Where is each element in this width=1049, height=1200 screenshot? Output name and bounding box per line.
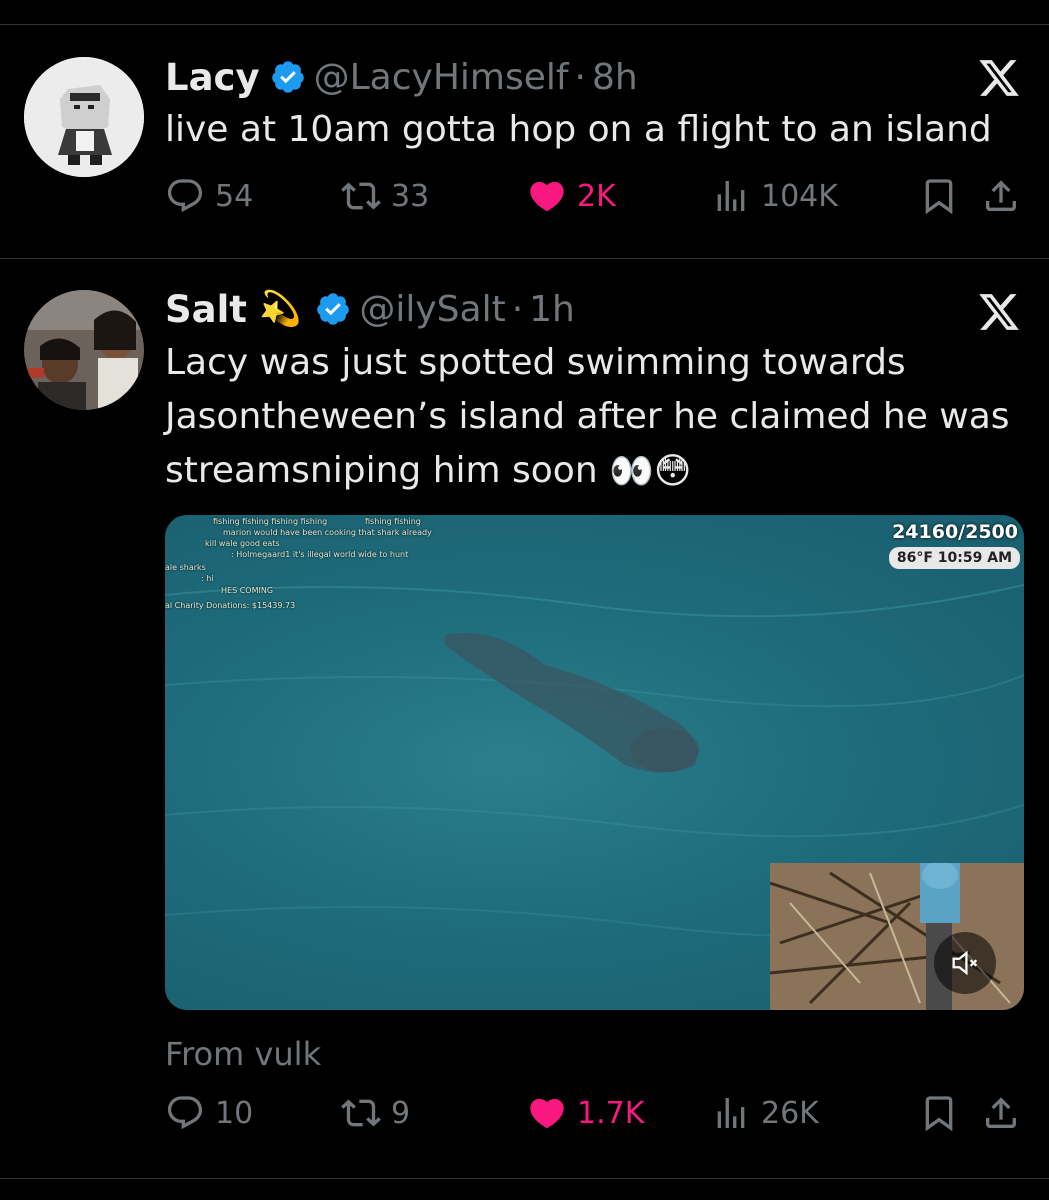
reply-count: 54: [215, 178, 254, 214]
views-button[interactable]: 26K: [711, 1093, 819, 1133]
chat-line: HES COMING: [221, 586, 274, 595]
display-name[interactable]: Salt: [165, 288, 247, 331]
chat-line: kill wale good eats: [205, 539, 280, 548]
reply-icon: [167, 1096, 203, 1130]
view-count: 26K: [761, 1095, 819, 1131]
verified-badge-icon: [315, 291, 351, 327]
mute-button[interactable]: [934, 932, 996, 994]
views-icon: [717, 181, 745, 211]
time-separator: ·: [511, 288, 524, 330]
x-logo-icon: [977, 56, 1021, 100]
time-separator: ·: [574, 56, 586, 98]
like-count: 1.7K: [577, 1095, 645, 1131]
chat-line: marion would have been cooking that shar…: [223, 528, 432, 537]
tweet-lacy[interactable]: Lacy @LacyHimself · 8h live at 10am gott…: [0, 0, 1049, 260]
tweet-text-body: Lacy was just spotted swimming towards J…: [165, 342, 1010, 491]
handle[interactable]: @LacyHimself: [314, 57, 569, 98]
tweet-header: Salt 💫 @ilySalt · 1h: [165, 284, 575, 334]
chat-line: : hi: [201, 574, 214, 583]
timestamp[interactable]: 8h: [592, 57, 638, 98]
chat-line: ale sharks: [165, 563, 206, 572]
retweet-button[interactable]: 33: [341, 176, 429, 216]
reply-count: 10: [215, 1095, 254, 1131]
progress-counter: 24160/2500: [892, 521, 1018, 543]
avatar[interactable]: [24, 57, 144, 177]
dizzy-emoji: 💫: [259, 289, 302, 329]
chat-line: : Holmegaard1 it's illegal world wide to…: [231, 550, 409, 559]
like-button[interactable]: 2K: [527, 176, 616, 216]
share-button[interactable]: [981, 1093, 1021, 1133]
retweet-count: 9: [391, 1095, 411, 1131]
heart-icon: [530, 181, 564, 212]
views-button[interactable]: 104K: [711, 176, 838, 216]
reply-button[interactable]: 54: [165, 176, 253, 216]
retweet-button[interactable]: 9: [341, 1093, 410, 1133]
retweet-icon: [341, 1099, 381, 1127]
bookmark-button[interactable]: [919, 1093, 959, 1133]
chat-line: fishing fishing fishing fishing: [213, 517, 328, 526]
tweet-header: Lacy @LacyHimself · 8h: [165, 52, 638, 102]
view-count: 104K: [761, 178, 838, 214]
reply-button[interactable]: 10: [165, 1093, 253, 1133]
tweet-divider: [0, 258, 1049, 259]
eyes-flushed-emoji: 👀😳: [609, 451, 692, 492]
webcam-inset: [770, 863, 1024, 1010]
bookmark-button[interactable]: [919, 176, 959, 216]
share-icon: [986, 180, 1016, 211]
views-icon: [717, 1098, 745, 1128]
mute-icon: [952, 950, 978, 976]
bookmark-icon: [925, 179, 953, 215]
like-count: 2K: [577, 178, 616, 214]
tweet-text: live at 10am gotta hop on a flight to an…: [165, 109, 992, 150]
tweet-text: Lacy was just spotted swimming towards J…: [165, 336, 1019, 499]
source-attribution: From vulk: [165, 1035, 322, 1073]
retweet-count: 33: [391, 178, 430, 214]
chat-line: fishing fishing: [365, 517, 421, 526]
like-button[interactable]: 1.7K: [527, 1093, 644, 1133]
reply-icon: [167, 179, 203, 213]
verified-badge-icon: [270, 59, 306, 95]
avatar[interactable]: [24, 290, 144, 410]
retweet-icon: [341, 182, 381, 210]
share-button[interactable]: [981, 176, 1021, 216]
action-bar: 54 33 2K 104K: [165, 176, 1021, 226]
heart-icon: [530, 1098, 564, 1129]
action-bar: 10 9 1.7K 26K: [165, 1093, 1021, 1143]
chat-line: al Charity Donations: $15439.73: [165, 601, 296, 610]
weather-badge: 86°F 10:59 AM: [888, 547, 1020, 569]
bookmark-icon: [925, 1096, 953, 1132]
bottom-divider: [0, 1178, 1049, 1179]
share-icon: [986, 1097, 1016, 1128]
video-media[interactable]: fishing fishing fishing fishing fishing …: [165, 515, 1024, 1010]
timestamp[interactable]: 1h: [529, 289, 575, 330]
x-logo-icon: [977, 290, 1021, 334]
handle[interactable]: @ilySalt: [359, 289, 505, 330]
tweet-salt[interactable]: Salt 💫 @ilySalt · 1h Lacy was just spott…: [0, 260, 1049, 1180]
display-name[interactable]: Lacy: [165, 56, 260, 99]
